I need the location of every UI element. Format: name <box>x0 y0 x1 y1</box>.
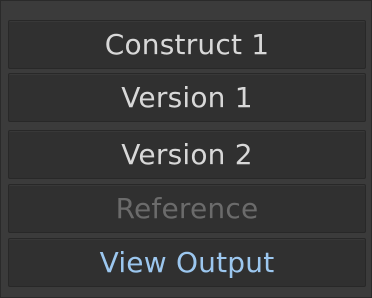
version-1-button[interactable]: Version 1 <box>8 73 366 122</box>
view-output-button[interactable]: View Output <box>8 238 366 287</box>
version-2-button[interactable]: Version 2 <box>8 130 366 179</box>
construct-1-button[interactable]: Construct 1 <box>8 20 366 69</box>
menu-panel: Construct 1 Version 1 Version 2 Referenc… <box>0 0 372 298</box>
reference-button: Reference <box>8 184 366 233</box>
